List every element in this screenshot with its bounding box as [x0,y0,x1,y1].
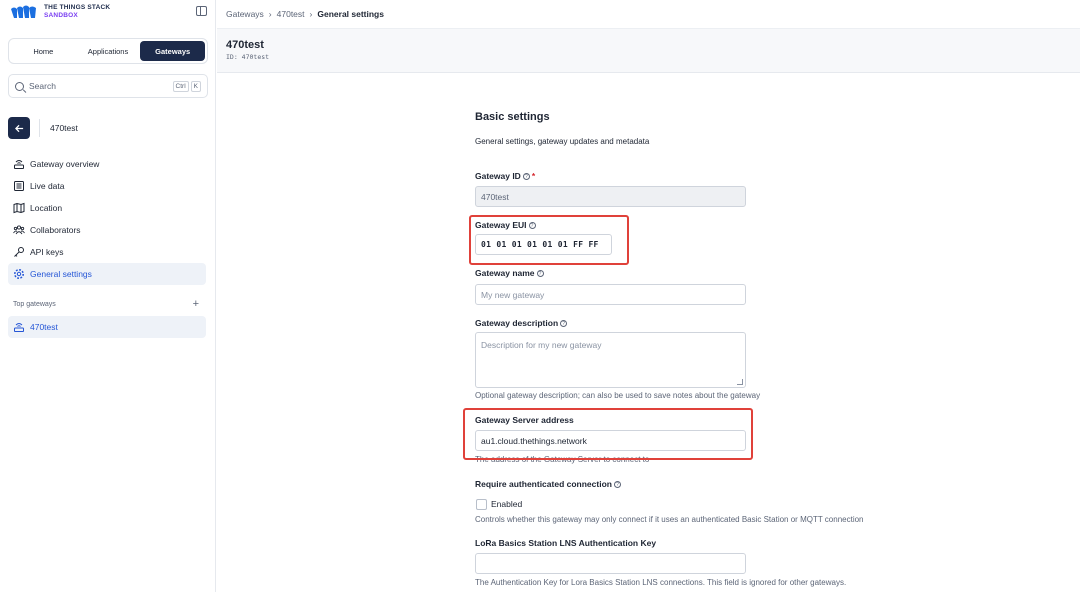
sidebar-item-general-settings[interactable]: General settings [8,263,206,285]
gateway-id-label: Gateway ID ? * [475,171,536,181]
page-title: 470test [226,39,264,51]
list-icon [13,180,25,192]
chevron-right-icon: › [309,9,313,19]
search-input[interactable]: Search Ctrl K [8,74,208,98]
top-gateway-item[interactable]: 470test [8,316,206,338]
gateway-description-help: Optional gateway description; can also b… [475,391,761,400]
sidebar-item-api-keys[interactable]: API keys [8,241,206,263]
back-button[interactable] [8,117,30,139]
require-auth-label: Require authenticated connection ? [475,479,621,489]
gear-icon [13,268,25,280]
sidebar-item-gateway-overview[interactable]: Gateway overview [8,153,206,175]
page-id: ID: 470test [226,53,270,61]
sidebar-collapse-icon[interactable] [196,6,207,16]
breadcrumb-gateways[interactable]: Gateways [226,9,264,19]
gateway-name-label: Gateway name ? [475,268,544,278]
chevron-right-icon: › [268,9,272,19]
gateway-id-field: 470test [475,186,746,207]
help-icon[interactable]: ? [522,172,530,180]
top-gateway-label: 470test [30,322,58,332]
gateway-icon [13,321,25,333]
tab-applications[interactable]: Applications [76,41,141,61]
sidebar-item-live-data[interactable]: Live data [8,175,206,197]
context-header: 470test [8,117,78,139]
brand-logo[interactable]: THE THINGS STACK SANDBOX [10,4,110,20]
sidebar-item-label: API keys [30,247,64,257]
lns-key-input[interactable] [475,553,746,574]
sidebar-item-label: Collaborators [30,225,81,235]
help-icon[interactable]: ? [560,319,568,327]
sidebar-item-label: Location [30,203,63,213]
lns-key-label: LoRa Basics Station LNS Authentication K… [475,538,657,548]
gateway-description-textarea[interactable]: Description for my new gateway [475,332,746,388]
top-gateways-label: Top gateways [13,300,56,308]
top-gateways-header: Top gateways + [13,299,199,310]
require-auth-help: Controls whether this gateway may only c… [475,515,864,524]
search-placeholder: Search [29,81,56,91]
brand-line1: THE THINGS STACK [44,4,111,11]
search-icon [15,81,24,91]
tab-gateways[interactable]: Gateways [140,41,206,61]
sidebar-item-label: General settings [30,269,92,279]
lns-key-help: The Authentication Key for Lora Basics S… [475,578,847,587]
sidebar-item-label: Gateway overview [30,159,100,169]
map-icon [13,202,25,214]
users-icon [13,224,25,236]
highlight-box-server [463,408,753,460]
tab-home[interactable]: Home [11,41,76,61]
ttn-logo-icon [11,5,36,18]
arrow-left-icon [14,124,23,132]
shortcut-key-k: K [190,80,201,92]
required-marker: * [531,171,536,181]
section-subtitle: General settings, gateway updates and me… [475,137,650,146]
section-title: Basic settings [475,111,550,123]
gateway-icon [13,158,25,170]
key-icon [13,246,25,258]
shortcut-key-ctrl: Ctrl [172,80,189,92]
gateway-name-input[interactable]: My new gateway [475,284,746,305]
sidebar-item-collaborators[interactable]: Collaborators [8,219,206,241]
require-auth-checkbox-label[interactable]: Enabled [491,499,522,509]
resize-handle-icon[interactable] [737,379,743,385]
breadcrumb-current: General settings [317,9,384,19]
brand-line2: SANDBOX [44,12,78,19]
page-header: 470test ID: 470test [217,29,1080,73]
help-icon[interactable]: ? [536,269,544,277]
help-icon[interactable]: ? [613,480,621,488]
sidebar-item-label: Live data [30,181,65,191]
sidebar-nav: Gateway overview Live data Location Coll… [8,153,206,285]
context-title: 470test [50,123,78,133]
breadcrumb-gateway[interactable]: 470test [277,9,305,19]
main-tabs: Home Applications Gateways [8,38,208,64]
sidebar-item-location[interactable]: Location [8,197,206,219]
add-gateway-icon[interactable]: + [193,299,199,310]
require-auth-checkbox[interactable] [476,499,487,510]
sidebar: THE THINGS STACK SANDBOX Home Applicatio… [0,0,216,592]
breadcrumb: Gateways › 470test › General settings [217,0,1080,29]
highlight-box-eui [469,215,629,265]
gateway-description-label: Gateway description ? [475,318,568,328]
